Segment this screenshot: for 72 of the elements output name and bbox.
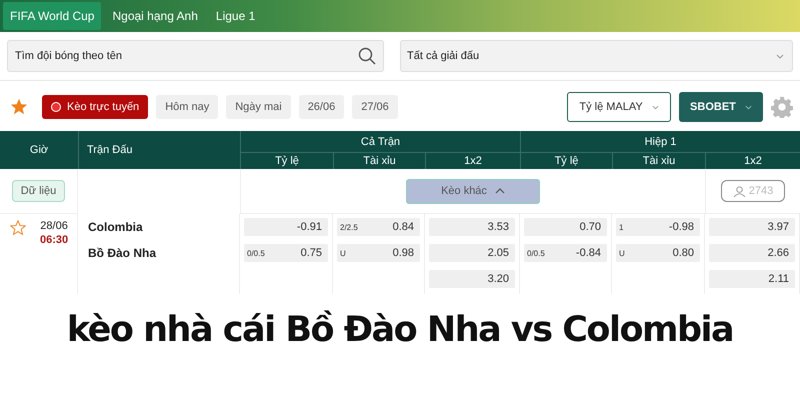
- filter-chip[interactable]: 26/06: [298, 95, 344, 119]
- odds-value: -0.84: [576, 247, 601, 259]
- odds-value: 2.66: [768, 247, 789, 259]
- odds-button[interactable]: U 0.80: [616, 244, 700, 262]
- odds-value: -0.98: [668, 221, 694, 233]
- team-name: Colombia: [88, 220, 144, 234]
- chevron-up-icon: [494, 188, 505, 194]
- odds-button[interactable]: -0.91: [244, 218, 328, 236]
- user-icon: [732, 186, 746, 196]
- odds-button[interactable]: U 0.98: [337, 244, 420, 262]
- odds-value: 0.75: [300, 247, 322, 259]
- bookmaker-dropdown[interactable]: SBOBET: [679, 92, 763, 122]
- match-date: 28/06: [40, 220, 68, 232]
- league-tab[interactable]: Ngoại hạng Anh: [105, 2, 205, 30]
- data-button[interactable]: Dữ liệu: [12, 180, 66, 202]
- odds-button[interactable]: 0.70: [524, 218, 607, 236]
- odds-value: 0.98: [392, 247, 414, 259]
- filter-chip[interactable]: Ngày mai: [226, 95, 291, 119]
- odds-value: 2.11: [768, 273, 789, 285]
- odds-line: U: [619, 248, 625, 258]
- odds-line: 2/2.5: [340, 222, 358, 232]
- odds-value: 0.84: [392, 221, 414, 233]
- search-icon: [358, 47, 376, 65]
- column-header: Tài xỉu: [612, 153, 705, 169]
- odds-button[interactable]: 3.53: [429, 218, 515, 236]
- filter-chip[interactable]: Kèo trực tuyến: [42, 95, 148, 119]
- odds-value: -0.91: [296, 221, 322, 233]
- odds-line: 1: [619, 222, 624, 232]
- caret-icon: [744, 104, 752, 110]
- caption: kèo nhà cái Bồ Đào Nha vs Colombia: [66, 310, 734, 350]
- match-time: 06:30: [40, 234, 68, 246]
- odds-button[interactable]: 2.66: [709, 244, 795, 262]
- odds-button[interactable]: 2.05: [429, 244, 515, 262]
- column-header: 1x2: [425, 153, 520, 169]
- odds-line: 0/0.5: [527, 248, 545, 258]
- league-dropdown[interactable]: Tất cả giải đấu: [400, 40, 793, 72]
- odds-value: 0.70: [580, 221, 601, 233]
- odds-button[interactable]: 3.97: [709, 218, 795, 236]
- odds-value: 0.80: [672, 247, 694, 259]
- odds-value: 3.97: [768, 221, 789, 233]
- odds-format-dropdown[interactable]: Tỷ lệ MALAY: [567, 92, 671, 122]
- column-header: Giờ: [0, 131, 78, 169]
- filter-chip[interactable]: Hôm nay: [156, 95, 218, 119]
- caret-icon: [776, 54, 784, 58]
- odds-line: U: [340, 248, 346, 258]
- search-field[interactable]: Tìm đội bóng theo tên: [7, 40, 384, 72]
- caret-icon: [652, 104, 659, 110]
- odds-button[interactable]: 2/2.5 0.84: [337, 218, 420, 236]
- settings-icon[interactable]: [771, 96, 793, 118]
- odds-button[interactable]: 2.11: [709, 270, 795, 288]
- odds-value: 3.20: [488, 273, 509, 285]
- column-header: Tài xỉu: [333, 153, 425, 169]
- odds-button[interactable]: 3.20: [429, 270, 515, 288]
- odds-value: 2.05: [488, 247, 509, 259]
- odds-button[interactable]: 1 -0.98: [616, 218, 700, 236]
- column-header: 1x2: [705, 153, 800, 169]
- column-header: Trận Đấu: [78, 131, 240, 169]
- odds-button[interactable]: 0/0.5 -0.84: [524, 244, 607, 262]
- column-group-header: Hiệp 1: [520, 131, 800, 153]
- star-icon[interactable]: [10, 220, 26, 236]
- column-group-header: Cả Trận: [240, 131, 520, 153]
- odds-line: 0/0.5: [247, 248, 265, 258]
- odds-value: 3.53: [488, 221, 509, 233]
- column-header: Tỷ lệ: [520, 153, 612, 169]
- odds-button[interactable]: 0/0.5 0.75: [244, 244, 328, 262]
- league-tab[interactable]: FIFA World Cup: [3, 2, 102, 30]
- column-header: Tỷ lệ: [240, 153, 333, 169]
- team-name: Bồ Đào Nha: [88, 246, 158, 260]
- filter-chip[interactable]: 27/06: [352, 95, 398, 119]
- more-odds-button[interactable]: Kèo khác: [406, 178, 540, 204]
- league-tab[interactable]: Ligue 1: [208, 2, 262, 30]
- star-icon[interactable]: [10, 98, 28, 116]
